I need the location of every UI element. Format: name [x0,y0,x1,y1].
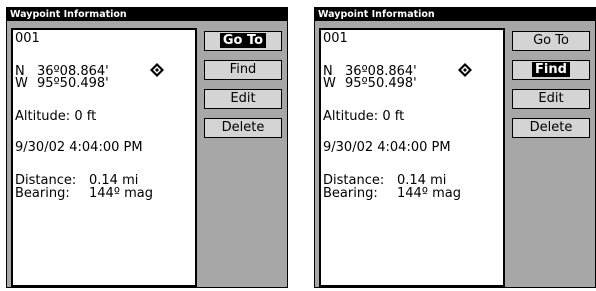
longitude-value: 95º50.498' [345,76,417,91]
altitude: Altitude: 0 ft [323,109,405,124]
edit-label: Edit [538,91,564,106]
window-title: Waypoint Information [7,8,287,21]
delete-label: Delete [221,120,265,135]
bearing-label: Bearing: [15,186,70,201]
waypoint-info-panel-left: Waypoint Information 001 N 36º08.864' W … [6,7,288,288]
edit-button[interactable]: Edit [204,89,282,109]
delete-button[interactable]: Delete [512,118,590,138]
find-button[interactable]: Find [204,60,282,80]
waypoint-id: 001 [323,31,348,46]
find-button[interactable]: Find [512,60,590,80]
bearing-value: 144º mag [89,186,153,201]
delete-label: Delete [529,120,573,135]
date-time: 9/30/02 4:04:00 PM [323,140,451,155]
go-to-label: Go To [219,33,267,48]
waypoint-diamond-icon [458,63,472,77]
delete-button[interactable]: Delete [204,118,282,138]
waypoint-id: 001 [15,31,40,46]
longitude-value: 95º50.498' [37,76,109,91]
longitude-hemisphere: W [15,76,28,91]
go-to-label: Go To [533,33,569,48]
bearing-label: Bearing: [323,186,378,201]
edit-button[interactable]: Edit [512,89,590,109]
waypoint-details: 001 N 36º08.864' W 95º50.498' Altitude: … [319,28,505,287]
date-time: 9/30/02 4:04:00 PM [15,140,143,155]
go-to-button[interactable]: Go To [512,31,590,51]
bearing-value: 144º mag [397,186,461,201]
waypoint-diamond-icon [150,63,164,77]
find-label: Find [532,62,570,77]
waypoint-details: 001 N 36º08.864' W 95º50.498' Altitude: … [11,28,197,287]
longitude-hemisphere: W [323,76,336,91]
find-label: Find [229,62,257,77]
go-to-button[interactable]: Go To [204,31,282,51]
waypoint-info-panel-right: Waypoint Information 001 N 36º08.864' W … [314,7,596,288]
window-title: Waypoint Information [315,8,595,21]
edit-label: Edit [230,91,256,106]
altitude: Altitude: 0 ft [15,109,97,124]
